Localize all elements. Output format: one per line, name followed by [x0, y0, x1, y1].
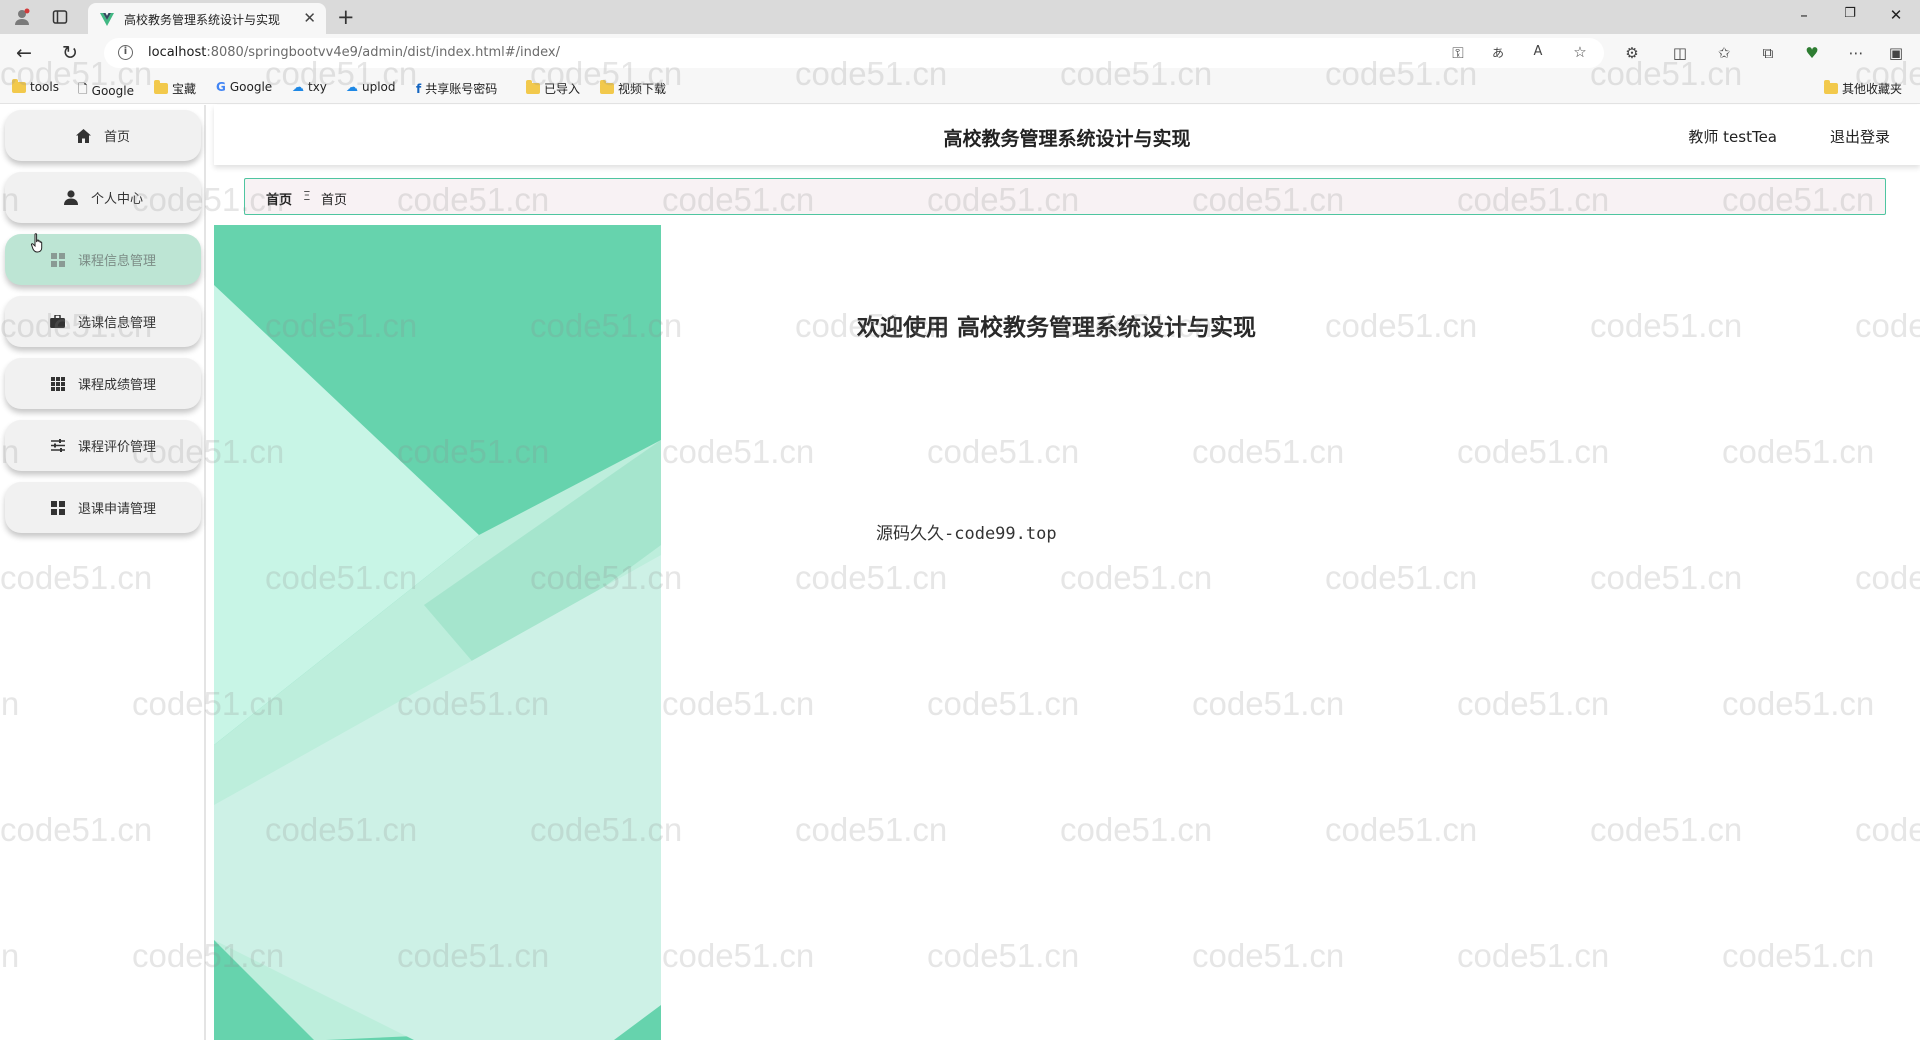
breadcrumb-home[interactable]: 首页 — [266, 189, 292, 208]
breadcrumb-current: 首页 — [321, 193, 348, 208]
current-user: 教师 testTea — [1688, 128, 1777, 146]
sidebar-item-enrollment[interactable]: 选课信息管理 — [5, 296, 201, 347]
cloud-icon: ☁ — [292, 80, 304, 94]
collections-icon[interactable]: ⧉ — [1758, 44, 1778, 62]
folder-icon — [526, 80, 540, 94]
hand-cursor-icon — [30, 233, 45, 253]
read-aloud-icon[interactable]: A — [1528, 44, 1548, 59]
url-field[interactable]: i localhost:8080/springbootvv4e9/admin/d… — [104, 38, 1604, 68]
grid-icon — [50, 252, 66, 268]
bookmark-google[interactable]: G Google — [216, 80, 272, 94]
sidebar-item-evaluation[interactable]: 课程评价管理 — [5, 420, 201, 471]
more-icon[interactable]: ⋯ — [1846, 44, 1866, 62]
home-icon — [76, 128, 92, 144]
bookmark-imported[interactable]: 已导入 — [526, 80, 580, 97]
page-icon: 🗋 — [78, 82, 88, 96]
top-header: 高校教务管理系统设计与实现 教师 testTea 退出登录 — [214, 105, 1920, 165]
sidebar-item-label: 选课信息管理 — [77, 316, 156, 331]
logout-link[interactable]: 退出登录 — [1830, 126, 1890, 147]
browser-tab[interactable]: 高校教务管理系统设计与实现 ✕ — [88, 3, 326, 34]
bookmark-uplod[interactable]: ☁ uplod — [346, 80, 396, 94]
bookmark-tools[interactable]: tools — [12, 78, 59, 94]
grid-icon — [50, 500, 66, 516]
tab-title: 高校教务管理系统设计与实现 — [124, 13, 281, 27]
flag-icon: f — [416, 81, 422, 96]
split-screen-icon[interactable]: ◫ — [1670, 44, 1690, 62]
welcome-heading: 欢迎使用 高校教务管理系统设计与实现 — [857, 315, 1257, 341]
decorative-banner-image — [214, 225, 661, 1040]
bookmark-treasure[interactable]: 宝藏 — [154, 80, 196, 97]
tab-close-icon[interactable]: ✕ — [303, 9, 316, 27]
sidebar-item-grades[interactable]: 课程成绩管理 — [5, 358, 201, 409]
sidebar-item-label: 课程成绩管理 — [77, 378, 156, 393]
sliders-icon — [50, 438, 66, 454]
key-icon[interactable]: ⚿ — [1448, 44, 1468, 62]
reload-icon[interactable]: ↻ — [62, 42, 78, 64]
sidebar-item-label: 退课申请管理 — [77, 502, 156, 517]
sidebar-item-label: 首页 — [103, 130, 130, 145]
favorites-icon[interactable]: ✩ — [1714, 44, 1734, 62]
bookmark-video-download[interactable]: 视频下载 — [600, 80, 666, 97]
sidebar-item-personal-center[interactable]: 个人中心 — [5, 172, 201, 223]
bookmark-txy[interactable]: ☁ txy — [292, 80, 327, 94]
sidebar-item-drop-request[interactable]: 退课申请管理 — [5, 482, 201, 533]
restore-icon[interactable]: ❐ — [1840, 6, 1860, 21]
browser-essentials-icon[interactable]: ♥ — [1802, 44, 1822, 62]
briefcase-icon — [50, 314, 66, 330]
vue-logo-icon — [100, 11, 114, 30]
breadcrumb: 首页 Ξ 首页 — [244, 178, 1886, 215]
browser-tab-bar: 高校教务管理系统设计与实现 ✕ + – ❐ ✕ — [0, 0, 1920, 34]
sidebar-item-home[interactable]: 首页 — [5, 110, 201, 161]
folder-icon — [12, 78, 26, 93]
bookmark-other-favorites[interactable]: 其他收藏夹 — [1824, 80, 1902, 97]
folder-icon — [600, 80, 614, 94]
breadcrumb-separator-icon: Ξ — [303, 189, 311, 203]
new-tab-button[interactable]: + — [337, 5, 355, 29]
user-icon — [63, 190, 79, 206]
site-info-icon[interactable]: i — [118, 45, 133, 60]
bookmark-shared-accounts[interactable]: f 共享账号密码 — [416, 80, 497, 97]
sidebar-item-label: 课程评价管理 — [77, 440, 156, 455]
folder-icon — [1824, 80, 1838, 94]
translate-icon[interactable]: あ — [1488, 44, 1508, 61]
bookmarks-bar: tools 🗋 Google 宝藏 G Google ☁ txy ☁ uplod f 共享… — [0, 72, 1920, 104]
app-root: 首页 个人中心 课程信息管理 选课信息管理 课程成绩管理 课程评价管理 退课申请… — [0, 105, 1920, 1040]
extensions-icon[interactable]: ⚙ — [1622, 44, 1642, 62]
cloud-upload-icon: ☁ — [346, 80, 358, 94]
grid-icon — [50, 376, 66, 392]
minimize-icon[interactable]: – — [1794, 6, 1814, 24]
bookmark-google-page[interactable]: 🗋 Google — [78, 80, 134, 101]
sidebar-toggle-icon[interactable]: ▣ — [1886, 44, 1906, 62]
google-icon: G — [216, 80, 226, 94]
back-icon[interactable]: ← — [16, 42, 32, 64]
sidebar-item-label: 个人中心 — [90, 192, 143, 207]
url-text: localhost:8080/springbootvv4e9/admin/dis… — [148, 45, 560, 60]
sidebar: 首页 个人中心 课程信息管理 选课信息管理 课程成绩管理 课程评价管理 退课申请… — [0, 105, 206, 1040]
folder-icon — [154, 80, 168, 94]
system-title: 高校教务管理系统设计与实现 — [943, 128, 1191, 150]
profile-icon[interactable] — [12, 7, 32, 27]
window-close-icon[interactable]: ✕ — [1886, 6, 1906, 24]
sidebar-item-label: 课程信息管理 — [77, 254, 156, 269]
tab-actions-icon[interactable] — [50, 7, 70, 27]
source-credit: 源码久久-code99.top — [876, 524, 1057, 544]
address-bar-row: ← ↻ i localhost:8080/springbootvv4e9/adm… — [0, 34, 1920, 72]
favorite-star-icon[interactable]: ☆ — [1570, 43, 1590, 61]
